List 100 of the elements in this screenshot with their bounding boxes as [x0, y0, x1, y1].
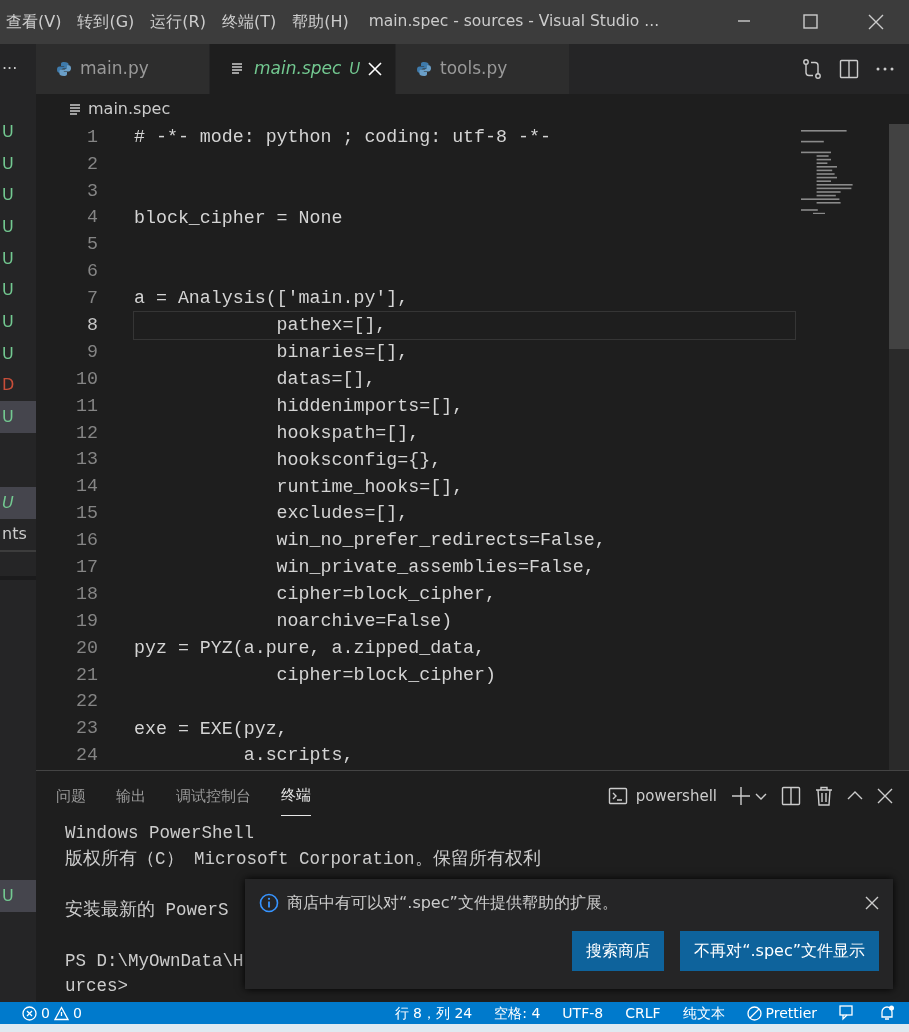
file-status-label: U: [2, 342, 14, 365]
code-line: pathex=[],: [134, 312, 795, 340]
file-status-label: U: [2, 247, 14, 270]
panel-tab[interactable]: 问题: [56, 776, 86, 816]
warning-icon[interactable]: [53, 1005, 69, 1021]
file-status-row[interactable]: U: [0, 401, 36, 433]
breadcrumb-item[interactable]: main.spec: [88, 97, 171, 121]
file-status-row[interactable]: U: [0, 242, 36, 275]
code-line: a = Analysis(['main.py'],: [134, 287, 410, 311]
file-status-row[interactable]: U: [0, 147, 36, 180]
notification-button[interactable]: 搜索商店: [572, 931, 665, 971]
terminal-icon[interactable]: [607, 786, 628, 806]
more-actions-button[interactable]: ···: [2, 57, 18, 81]
line-number: 6: [86, 260, 98, 284]
line-number: 2: [86, 152, 98, 176]
panel-tab[interactable]: 输出: [116, 776, 146, 816]
line-number: 15: [75, 502, 98, 526]
line-number: 14: [75, 475, 98, 499]
code-line: exe = EXE(pyz,: [134, 717, 289, 741]
trash-icon[interactable]: [815, 786, 833, 806]
code-line: binaries=[],: [275, 341, 410, 365]
menu-item[interactable]: 终端(T): [215, 10, 283, 34]
line-number: 24: [75, 744, 98, 768]
code-line: noarchive=False): [275, 610, 454, 633]
code-line: block_cipher = None: [134, 206, 344, 230]
file-status-row[interactable]: U: [0, 274, 36, 307]
code-line: excludes=[],: [275, 502, 410, 526]
line-number: 10: [75, 367, 98, 391]
line-number: 17: [75, 556, 98, 579]
code-line: win_no_prefer_redirects=False,: [275, 529, 607, 553]
status-item[interactable]: 纯文本: [682, 1002, 725, 1024]
line-number: 22: [75, 690, 98, 714]
code-line: a.scripts,: [242, 744, 355, 768]
line-number: 16: [75, 529, 98, 553]
plus-icon[interactable]: [731, 786, 751, 806]
file-status-row[interactable]: U: [0, 116, 36, 148]
status-item[interactable]: 空格: 4: [494, 1002, 541, 1024]
file-status-label: D: [2, 374, 15, 397]
split-editor-icon[interactable]: [839, 59, 859, 79]
file-status-row[interactable]: U: [0, 337, 36, 370]
file-status-row[interactable]: U: [0, 179, 36, 212]
close-icon[interactable]: [877, 788, 893, 804]
file-status-row[interactable]: U: [0, 880, 36, 912]
line-number: 4: [86, 206, 98, 230]
status-item[interactable]: UTF-8: [562, 1002, 604, 1024]
code-line: cipher=block_cipher,: [275, 583, 498, 607]
scrollbar-thumb[interactable]: [889, 124, 909, 349]
warning-count[interactable]: 0: [72, 1002, 82, 1024]
split-terminal-icon[interactable]: [781, 786, 801, 806]
shell-name[interactable]: powershell: [635, 784, 717, 808]
code-line: hiddenimports=[],: [275, 394, 465, 418]
info-icon: [259, 893, 279, 913]
line-number: 3: [86, 179, 98, 203]
python-file-icon: [416, 61, 432, 77]
maximize-icon[interactable]: [801, 13, 819, 31]
error-icon[interactable]: [22, 1005, 37, 1021]
menu-item[interactable]: 运行(R): [144, 10, 212, 34]
file-status-label: U: [2, 215, 14, 238]
file-status-row[interactable]: U: [0, 211, 36, 243]
menu-item[interactable]: 查看(V): [0, 10, 68, 34]
file-status-row[interactable]: U: [0, 486, 36, 519]
bell-icon[interactable]: [879, 1005, 895, 1021]
file-status-row[interactable]: U: [0, 306, 36, 338]
code-line: runtime_hooks=[],: [275, 475, 465, 499]
line-number: 8: [86, 313, 98, 337]
compare-changes-icon[interactable]: [801, 58, 823, 80]
code-line: # -*- mode: python ; coding: utf-8 -*-: [134, 125, 552, 149]
status-item[interactable]: Prettier: [765, 1002, 817, 1024]
menu-item[interactable]: 转到(G): [71, 10, 141, 34]
error-count[interactable]: 0: [41, 1002, 50, 1024]
python-file-icon: [56, 61, 72, 77]
line-number: 11: [75, 394, 98, 418]
editor-tab[interactable]: main.spec U: [210, 44, 396, 94]
panel-tab[interactable]: 终端: [281, 776, 311, 816]
close-icon[interactable]: [867, 13, 885, 31]
line-number: 7: [86, 287, 98, 311]
menu-item[interactable]: 帮助(H): [286, 10, 355, 34]
status-item[interactable]: CRLF: [625, 1002, 661, 1024]
close-icon[interactable]: [865, 896, 879, 910]
line-number: 12: [75, 421, 98, 445]
code-line: hookspath=[],: [275, 421, 421, 445]
notification-button[interactable]: 不再对“.spec”文件显示: [680, 931, 879, 971]
file-status-row[interactable]: nts: [0, 518, 36, 551]
panel-tab[interactable]: 调试控制台: [176, 776, 251, 816]
file-status-label: U: [2, 491, 14, 514]
text-file-icon: [68, 101, 82, 117]
line-number: 23: [75, 717, 98, 741]
editor-tab[interactable]: tools.py: [396, 44, 570, 94]
file-status-label: U: [2, 279, 14, 302]
status-item[interactable]: 行 8，列 24: [394, 1002, 473, 1024]
line-number: 21: [75, 663, 98, 687]
file-status-label: U: [2, 184, 14, 207]
code-line: hooksconfig={},: [275, 448, 443, 472]
notification-message: 商店中有可以对“.spec”文件提供帮助的扩展。: [287, 892, 618, 914]
file-status-label: U: [2, 885, 14, 908]
editor-tab[interactable]: main.py: [36, 44, 210, 94]
code-line: cipher=block_cipher): [275, 663, 498, 687]
terminal-line: urces>: [65, 975, 128, 998]
terminal-line: 安装最新的 PowerS: [65, 898, 229, 922]
line-number: 5: [86, 233, 98, 257]
